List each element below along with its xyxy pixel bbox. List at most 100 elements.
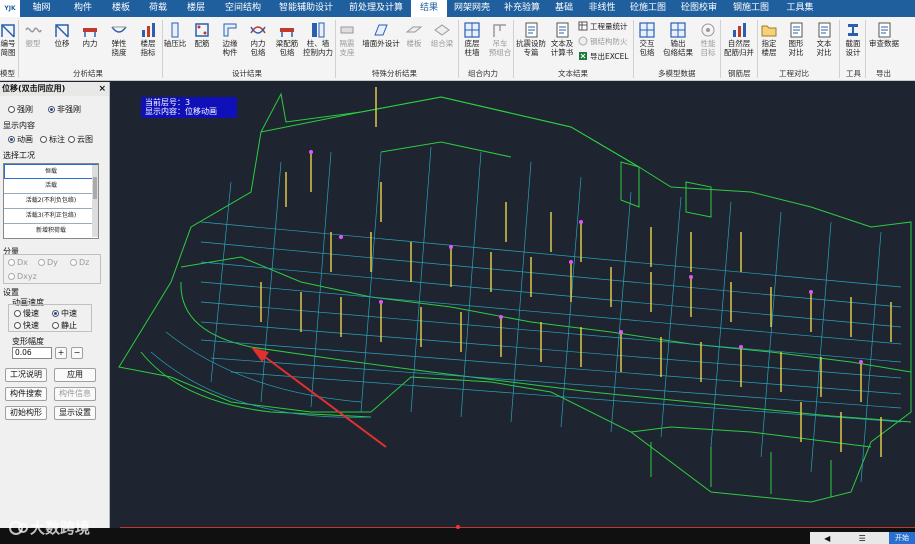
column-wall-force-button[interactable]: 柱、墙 控制内力 xyxy=(302,19,334,65)
display-settings-button[interactable]: 显示设置 xyxy=(54,406,96,420)
amplitude-input[interactable]: 0.06 xyxy=(12,347,52,359)
initial-shape-button[interactable]: 初始构形 xyxy=(5,406,47,420)
menu-foundation[interactable]: 基础 xyxy=(547,0,581,17)
review-data-button[interactable]: 审查数据 xyxy=(866,19,902,65)
edge-icon xyxy=(223,23,237,37)
case-item[interactable]: 恒载 xyxy=(4,164,98,179)
menu-smart-design[interactable]: 智能辅助设计 xyxy=(271,0,341,17)
menu-axis[interactable]: 轴网 xyxy=(20,0,63,17)
steel-fireproof-button[interactable]: 钢结构防火 xyxy=(578,35,628,47)
menu-icon[interactable]: ☰ xyxy=(859,534,866,543)
floor-rebar-merge-button[interactable]: 自然层 配筋归并 xyxy=(722,19,756,65)
case-scroll-thumb[interactable] xyxy=(93,177,97,199)
menu-preprocess[interactable]: 前处理及计算 xyxy=(341,0,411,17)
interactive-envelope-button[interactable]: 交互 包络 xyxy=(635,19,659,65)
apply-button[interactable]: 应用 xyxy=(54,368,96,382)
menu-steel-drawing[interactable]: 钢施工图 xyxy=(725,0,777,17)
menu-supplementary-check[interactable]: 补充验算 xyxy=(497,0,547,17)
case-item[interactable]: 活载3(不利正包络) xyxy=(4,209,98,224)
nonrigid-radio[interactable]: 非强刚 xyxy=(48,104,81,115)
separator xyxy=(633,20,634,78)
menu-load[interactable]: 荷载 xyxy=(139,0,177,17)
quantity-stats-button[interactable]: 工程量统计 xyxy=(578,20,628,32)
menu-floor[interactable]: 楼层 xyxy=(177,0,215,17)
group-rebar-floor: 钢筋层 xyxy=(728,69,751,78)
export-excel-button[interactable]: 导出EXCEL xyxy=(578,50,629,62)
amplitude-minus-button[interactable]: − xyxy=(71,347,83,359)
dz-radio[interactable]: Dz xyxy=(70,258,89,267)
reinforcement-button[interactable]: 配筋 xyxy=(191,19,213,65)
case-desc-button[interactable]: 工况说明 xyxy=(5,368,47,382)
model-viewport[interactable]: 当前层号：3 显示内容：位移动画 xyxy=(111,82,915,528)
beam-envelope-button[interactable]: 梁配筋 包络 xyxy=(272,19,302,65)
display-anim-radio[interactable]: 动画 xyxy=(8,134,33,145)
specify-floor-button[interactable]: 指定 楼层 xyxy=(758,19,780,65)
medium-radio[interactable]: 中速 xyxy=(52,308,77,319)
section-design-button[interactable]: 截面 设计 xyxy=(842,19,864,65)
text-compare-button[interactable]: 文本 对比 xyxy=(813,19,835,65)
slab-outline xyxy=(118,92,912,503)
text-calc-book-button[interactable]: 文本及 计算书 xyxy=(548,19,576,65)
menu-results[interactable]: 结果 xyxy=(411,0,447,17)
slow-radio[interactable]: 慢速 xyxy=(14,308,39,319)
out-of-plane-design-button[interactable]: 墙面外设计 xyxy=(360,19,402,65)
case-item[interactable]: 活载2(不利负包络) xyxy=(4,194,98,209)
axial-ratio-button[interactable]: 轴压比 xyxy=(163,19,187,65)
display-note-radio[interactable]: 标注 xyxy=(40,134,65,145)
wall-top xyxy=(260,96,640,202)
floor-index-button[interactable]: 楼层 指标 xyxy=(135,19,161,65)
report-icon xyxy=(525,22,538,38)
section-icon xyxy=(848,24,858,36)
member-search-button[interactable]: 构件搜索 xyxy=(5,387,47,401)
separator xyxy=(458,20,459,78)
mode-shape-button[interactable]: 振型 xyxy=(22,19,44,65)
menu-grid-shell[interactable]: 网架网壳 xyxy=(447,0,497,17)
elastic-deflection-button[interactable]: 弹性 挠度 xyxy=(106,19,132,65)
menu-toolset[interactable]: 工具集 xyxy=(777,0,823,17)
bearing-icon xyxy=(340,26,354,34)
dx-radio[interactable]: Dx xyxy=(8,258,28,267)
output-envelope-button[interactable]: 输出 包络结果 xyxy=(660,19,696,65)
graphic-compare-button[interactable]: 图形 对比 xyxy=(785,19,807,65)
case-item[interactable]: 活载 xyxy=(4,179,98,194)
number-diagram-button[interactable]: 编号 简图 xyxy=(0,19,16,65)
performance-target-button[interactable]: 性能 目标 xyxy=(697,19,719,65)
speaker-icon[interactable]: ◀ xyxy=(824,534,830,543)
isolation-bearing-button[interactable]: 隔震 支座 xyxy=(336,19,358,65)
text-compare-icon xyxy=(818,22,831,38)
close-icon[interactable]: × xyxy=(98,82,106,96)
radio-icon xyxy=(8,273,15,280)
still-radio[interactable]: 静止 xyxy=(52,320,77,331)
display-cloud-radio[interactable]: 云图 xyxy=(68,134,93,145)
internal-force-button[interactable]: 内力 xyxy=(78,19,102,65)
group-design-results: 设计结果 xyxy=(232,69,262,78)
case-item[interactable]: 新增积荷载 xyxy=(4,224,98,238)
case-scrollbar[interactable] xyxy=(92,165,98,237)
dxyz-radio[interactable]: Dxyz xyxy=(8,272,37,281)
amplitude-plus-button[interactable]: + xyxy=(55,347,67,359)
menu-member[interactable]: 构件 xyxy=(63,0,103,17)
member-info-button[interactable]: 构件信息 xyxy=(54,387,96,401)
dy-radio[interactable]: Dy xyxy=(38,258,58,267)
seismic-report-button[interactable]: 抗震设防 专篇 xyxy=(514,19,548,65)
displacement-button[interactable]: 位移 xyxy=(50,19,74,65)
group-multi-model: 多模型数据 xyxy=(658,69,696,78)
separator xyxy=(513,20,514,78)
bottom-column-wall-button[interactable]: 底层 柱墙 xyxy=(460,19,484,65)
slab-button[interactable]: 楼板 xyxy=(403,19,425,65)
separator xyxy=(162,20,163,78)
displacement-icon xyxy=(55,24,69,38)
menu-concrete-review[interactable]: 砼图校审 xyxy=(673,0,725,17)
menu-nonlinear[interactable]: 非线性 xyxy=(581,0,623,17)
start-button[interactable]: 开始 xyxy=(889,532,915,544)
menu-slab[interactable]: 楼板 xyxy=(103,0,139,17)
crane-combination-button[interactable]: 吊车 预组合 xyxy=(486,19,514,65)
timeline-marker[interactable] xyxy=(456,525,460,529)
fast-radio[interactable]: 快速 xyxy=(14,320,39,331)
edge-member-button[interactable]: 边缘 构件 xyxy=(217,19,243,65)
force-envelope-button[interactable]: 内力 包络 xyxy=(245,19,271,65)
composite-beam-button[interactable]: 组合梁 xyxy=(428,19,456,65)
menu-concrete-drawing[interactable]: 砼施工图 xyxy=(623,0,673,17)
menu-space-structure[interactable]: 空间结构 xyxy=(215,0,271,17)
rigid-radio[interactable]: 强刚 xyxy=(8,104,33,115)
